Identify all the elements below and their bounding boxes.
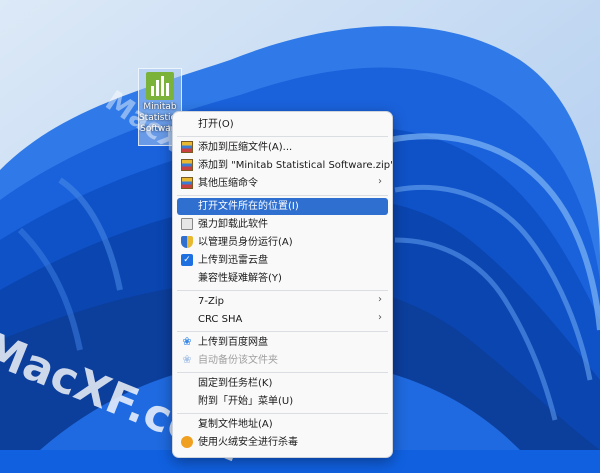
menu-item-label: 添加到 "Minitab Statistical Software.zip" (… bbox=[198, 160, 393, 171]
menu-item-force-uninstall[interactable]: 强力卸载此软件 bbox=[177, 216, 388, 233]
menu-item-label: 使用火绒安全进行杀毒 bbox=[198, 437, 298, 448]
menu-separator bbox=[177, 290, 388, 291]
menu-item-other-compress[interactable]: 其他压缩命令 › bbox=[177, 175, 388, 192]
chevron-right-icon: › bbox=[378, 294, 382, 305]
baidu-netdisk-icon: ❀ bbox=[182, 335, 192, 348]
menu-separator bbox=[177, 413, 388, 414]
menu-item-label: 其他压缩命令 bbox=[198, 178, 258, 189]
menu-item-label: 固定到任务栏(K) bbox=[198, 378, 273, 389]
trash-icon bbox=[181, 218, 193, 230]
menu-item-copy-path[interactable]: 复制文件地址(A) bbox=[177, 416, 388, 433]
menu-item-auto-backup: ❀ 自动备份该文件夹 bbox=[177, 352, 388, 369]
menu-item-label: 添加到压缩文件(A)... bbox=[198, 142, 293, 153]
menu-item-run-as-admin[interactable]: 以管理员身份运行(A) bbox=[177, 234, 388, 251]
chevron-right-icon: › bbox=[378, 176, 382, 187]
menu-item-label: 兼容性疑难解答(Y) bbox=[198, 273, 282, 284]
menu-item-add-to-zip[interactable]: 添加到 "Minitab Statistical Software.zip" (… bbox=[177, 157, 392, 174]
menu-separator bbox=[177, 136, 388, 137]
menu-item-label: 上传到百度网盘 bbox=[198, 337, 268, 348]
menu-separator bbox=[177, 195, 388, 196]
menu-item-label: 复制文件地址(A) bbox=[198, 419, 273, 430]
menu-separator bbox=[177, 331, 388, 332]
baidu-netdisk-icon: ❀ bbox=[182, 353, 192, 366]
menu-item-upload-baidu[interactable]: ❀ 上传到百度网盘 bbox=[177, 334, 388, 351]
winrar-icon bbox=[181, 177, 193, 189]
menu-item-huorong-scan[interactable]: 使用火绒安全进行杀毒 bbox=[177, 434, 388, 451]
xunlei-cloud-icon: ✓ bbox=[181, 254, 193, 266]
menu-item-crc-sha[interactable]: CRC SHA › bbox=[177, 311, 388, 328]
menu-item-open-file-location[interactable]: 打开文件所在的位置(I) bbox=[177, 198, 388, 215]
minitab-app-icon bbox=[146, 72, 174, 100]
chevron-right-icon: › bbox=[378, 312, 382, 323]
menu-item-label: 以管理员身份运行(A) bbox=[198, 237, 293, 248]
menu-item-pin-start[interactable]: 附到「开始」菜单(U) bbox=[177, 393, 388, 410]
menu-item-label: 附到「开始」菜单(U) bbox=[198, 396, 294, 407]
uac-shield-icon bbox=[181, 236, 193, 248]
menu-item-label: 自动备份该文件夹 bbox=[198, 355, 278, 366]
huorong-fire-icon bbox=[181, 436, 193, 448]
winrar-icon bbox=[181, 141, 193, 153]
menu-item-open[interactable]: 打开(O) bbox=[177, 116, 388, 133]
winrar-icon bbox=[181, 159, 193, 171]
menu-item-label: 打开(O) bbox=[198, 119, 234, 130]
menu-separator bbox=[177, 372, 388, 373]
menu-item-label: CRC SHA bbox=[198, 314, 243, 325]
menu-item-add-to-archive[interactable]: 添加到压缩文件(A)... bbox=[177, 139, 388, 156]
menu-item-compatibility-troubleshoot[interactable]: 兼容性疑难解答(Y) bbox=[177, 270, 388, 287]
menu-item-label: 7-Zip bbox=[198, 296, 224, 307]
menu-item-pin-taskbar[interactable]: 固定到任务栏(K) bbox=[177, 375, 388, 392]
menu-item-7zip[interactable]: 7-Zip › bbox=[177, 293, 388, 310]
menu-item-label: 强力卸载此软件 bbox=[198, 219, 268, 230]
menu-item-label: 打开文件所在的位置(I) bbox=[198, 201, 299, 212]
menu-item-upload-xunlei[interactable]: ✓ 上传到迅雷云盘 bbox=[177, 252, 388, 269]
menu-item-label: 上传到迅雷云盘 bbox=[198, 255, 268, 266]
context-menu: 打开(O) 添加到压缩文件(A)... 添加到 "Minitab Statist… bbox=[172, 111, 393, 458]
